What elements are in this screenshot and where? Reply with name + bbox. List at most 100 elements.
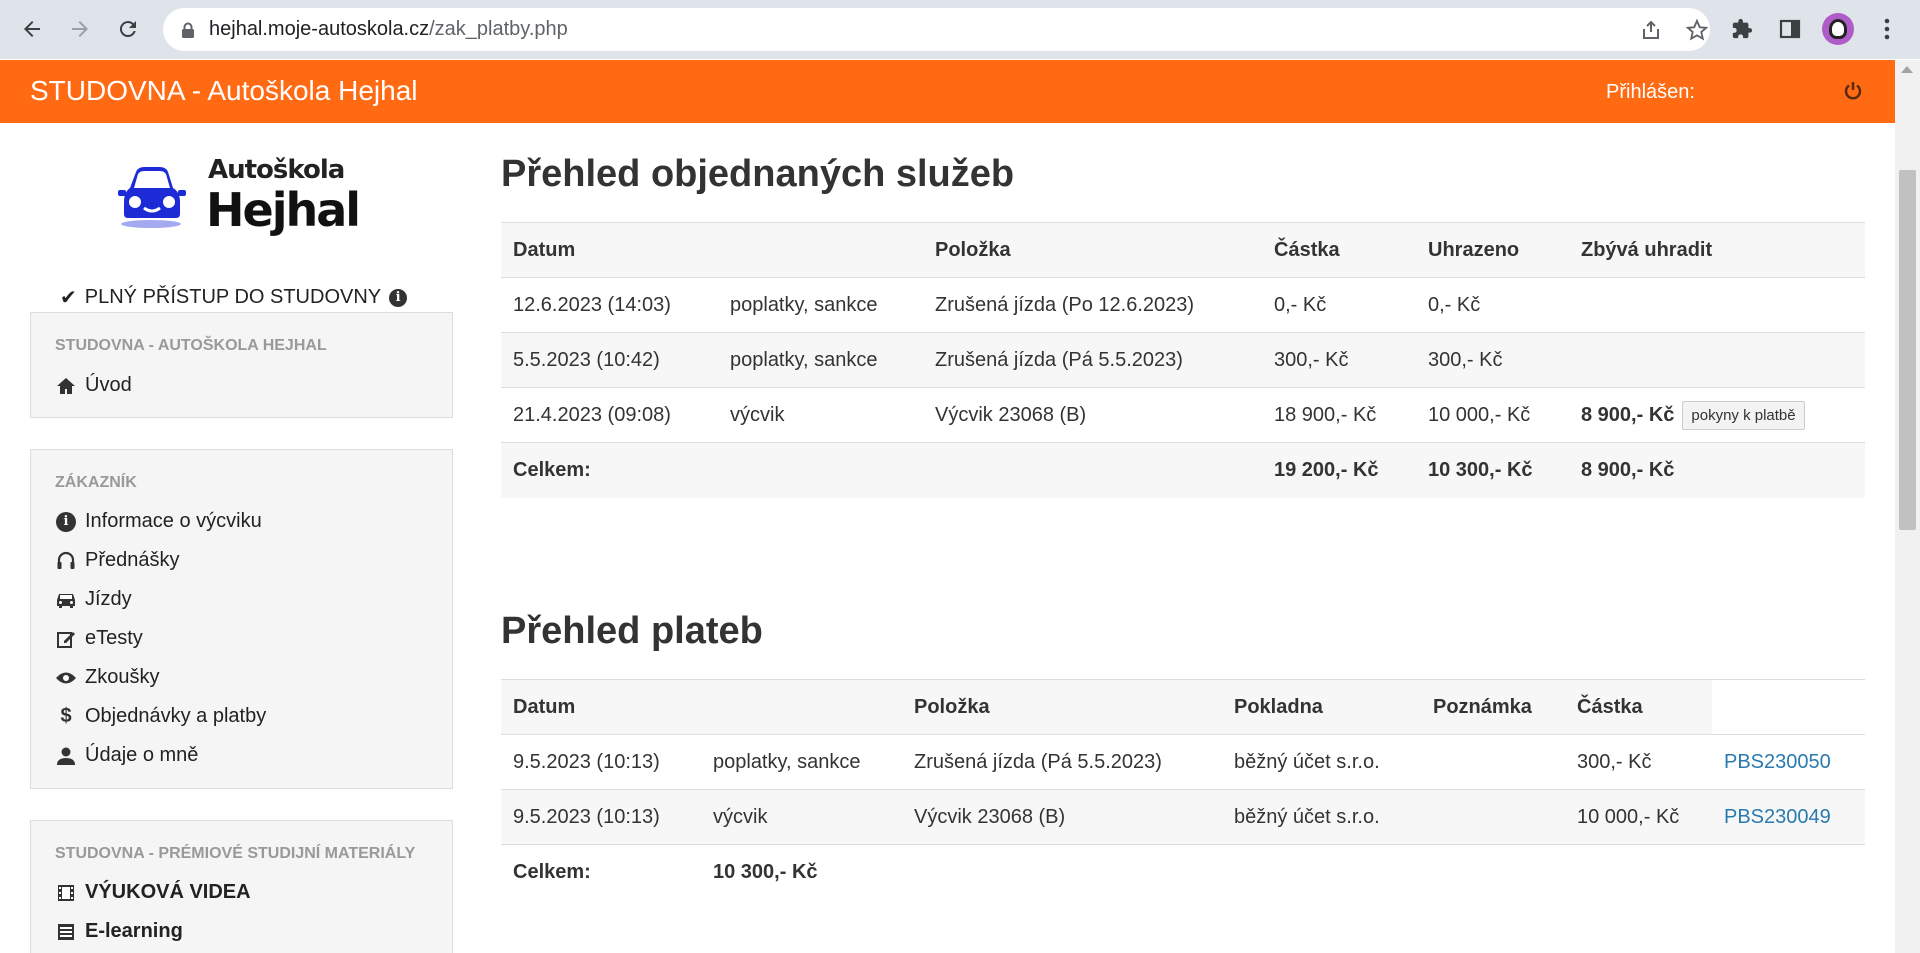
column-header: Položka [902, 679, 1222, 735]
cell-amount: 10 000,- Kč [1565, 789, 1712, 845]
table-total-row: Celkem: 19 200,- Kč 10 300,- Kč 8 900,- … [501, 442, 1865, 498]
table-header-row: Datum Položka Částka Uhrazeno Zbývá uhra… [501, 222, 1865, 278]
reload-icon[interactable] [109, 10, 147, 48]
cell-category: poplatky, sankce [713, 750, 861, 773]
info-icon[interactable]: i [389, 288, 408, 307]
sidebar-item-label: Přednášky [85, 549, 180, 571]
sidepanel-icon[interactable] [1772, 11, 1808, 47]
payment-instructions-button[interactable]: pokyny k platbě [1682, 400, 1805, 430]
power-icon[interactable] [1842, 80, 1864, 102]
cell-category: výcvik [701, 789, 902, 845]
sidebar-item-etesty[interactable]: eTesty [55, 627, 143, 650]
cell-date: 12.6.2023 (14:03) [513, 293, 671, 316]
panel-title: STUDOVNA - AUTOŠKOLA HEJHAL [55, 337, 327, 354]
table-row: 5.5.2023 (10:42) poplatky, sankce Zrušen… [501, 332, 1865, 388]
login-status: Přihlášen: [1606, 81, 1695, 103]
cell-remaining [1569, 333, 1865, 388]
extensions-icon[interactable] [1724, 11, 1760, 47]
sidebar-panel-zakaznik: ZÁKAZNÍK i Informace o výcviku Přednášky… [30, 449, 453, 789]
headphones-icon [55, 550, 77, 572]
total-amount: 10 300,- Kč [713, 860, 818, 883]
site-header: STUDOVNA - Autoškola Hejhal Přihlášen: [0, 60, 1895, 123]
site-brand[interactable]: STUDOVNA - Autoškola Hejhal [30, 75, 418, 107]
address-bar[interactable]: hejhal.moje-autoskola.cz/zak_platby.php [163, 8, 1710, 51]
cell-note [1421, 735, 1565, 790]
total-remaining: 8 900,- Kč [1581, 458, 1675, 481]
car-icon [55, 589, 77, 611]
panel-title: ZÁKAZNÍK [55, 474, 137, 491]
column-header: Uhrazeno [1428, 238, 1520, 261]
autoskola-logo[interactable]: Autoškola Hejhal [116, 152, 361, 242]
column-header: Datum [501, 679, 701, 735]
cell-remaining: 8 900,- Kč pokyny k platbě [1569, 388, 1865, 443]
scroll-up-arrow[interactable] [1901, 66, 1913, 73]
sidebar-item-prednasky[interactable]: Přednášky [55, 549, 180, 572]
scrollbar-thumb[interactable] [1899, 170, 1916, 530]
cell-cashbox: běžný účet s.r.o. [1234, 750, 1380, 773]
receipt-link[interactable]: PBS230049 [1724, 806, 1831, 828]
sidebar-item-elearning[interactable]: E-learning [55, 920, 183, 943]
panel-title: STUDOVNA - PRÉMIOVÉ STUDIJNÍ MATERIÁLY [55, 845, 416, 862]
sidebar-item-label: Jízdy [85, 588, 132, 610]
sidebar-item-udaje[interactable]: Údaje o mně [55, 744, 198, 767]
cell-category: poplatky, sankce [730, 293, 878, 316]
cell-note [1421, 789, 1565, 845]
back-icon[interactable] [13, 10, 51, 48]
total-label: Celkem: [513, 860, 591, 883]
sidebar-item-label: Údaje o mně [85, 744, 199, 766]
column-header: Zbývá uhradit [1581, 238, 1713, 261]
list-icon [55, 921, 77, 943]
table-total-row: Celkem: 10 300,- Kč [501, 844, 1865, 900]
payments-table: Datum Položka Pokladna Poznámka Částka 9… [501, 679, 1865, 900]
services-table: Datum Položka Částka Uhrazeno Zbývá uhra… [501, 222, 1865, 498]
sidebar-item-vyukova-videa[interactable]: VÝUKOVÁ VIDEA [55, 881, 251, 904]
total-label: Celkem: [513, 458, 591, 481]
cell-item: Výcvik 23068 (B) [902, 789, 1222, 845]
sidebar-item-label: Informace o výcviku [85, 510, 262, 532]
cell-item: Výcvik 23068 (B) [935, 403, 1087, 426]
table-header-row: Datum Položka Pokladna Poznámka Částka [501, 679, 1865, 735]
eye-icon [55, 667, 77, 689]
full-access-status: ✔ PLNÝ PŘÍSTUP DO STUDOVNY i [60, 285, 408, 310]
sidebar-item-label: eTesty [85, 627, 143, 649]
cell-date: 9.5.2023 (10:13) [501, 789, 701, 845]
film-icon [55, 882, 77, 904]
cell-amount: 300,- Kč [1577, 750, 1652, 773]
cell-cashbox: běžný účet s.r.o. [1222, 789, 1421, 845]
sidebar-item-label: Úvod [85, 374, 132, 396]
lock-icon [181, 22, 195, 38]
cell-category: výcvik [730, 403, 785, 426]
column-header: Poznámka [1421, 679, 1565, 735]
cell-item: Zrušená jízda (Pá 5.5.2023) [935, 348, 1183, 371]
menu-kebab-icon[interactable] [1869, 11, 1905, 47]
sidebar-item-uvod[interactable]: Úvod [55, 374, 132, 397]
sidebar-item-label: Objednávky a platby [85, 705, 267, 727]
sidebar-item-informace[interactable]: i Informace o výcviku [55, 510, 262, 533]
column-header: Částka [1565, 679, 1712, 735]
sidebar-item-zkousky[interactable]: Zkoušky [55, 666, 159, 689]
checkmark-icon: ✔ [60, 287, 77, 309]
column-header: Položka [935, 238, 1011, 261]
payments-title: Přehled plateb [501, 610, 763, 652]
full-access-label: PLNÝ PŘÍSTUP DO STUDOVNY [84, 286, 382, 308]
cell-category: poplatky, sankce [730, 348, 878, 371]
cell-paid: 0,- Kč [1428, 293, 1481, 316]
forward-icon[interactable] [61, 10, 99, 48]
profile-avatar[interactable] [1822, 13, 1854, 45]
column-header: Datum [513, 238, 576, 261]
receipt-link[interactable]: PBS230050 [1724, 751, 1831, 773]
total-amount: 19 200,- Kč [1274, 458, 1379, 481]
column-header: Pokladna [1222, 679, 1421, 735]
table-row: 9.5.2023 (10:13) poplatky, sankce Zrušen… [501, 734, 1865, 790]
sidebar-item-objednavky[interactable]: $ Objednávky a platby [55, 705, 266, 728]
cell-date: 9.5.2023 (10:13) [513, 750, 660, 773]
bookmark-star-icon[interactable] [1683, 16, 1711, 44]
sidebar-item-jizdy[interactable]: Jízdy [55, 588, 132, 611]
cell-item: Zrušená jízda (Po 12.6.2023) [935, 293, 1195, 316]
table-row: 21.4.2023 (09:08) výcvik Výcvik 23068 (B… [501, 387, 1865, 443]
home-icon [55, 375, 77, 397]
info-icon: i [55, 511, 77, 533]
remaining-value: 8 900,- Kč [1581, 403, 1675, 426]
cell-date: 21.4.2023 (09:08) [513, 403, 671, 426]
share-icon[interactable] [1637, 16, 1665, 44]
